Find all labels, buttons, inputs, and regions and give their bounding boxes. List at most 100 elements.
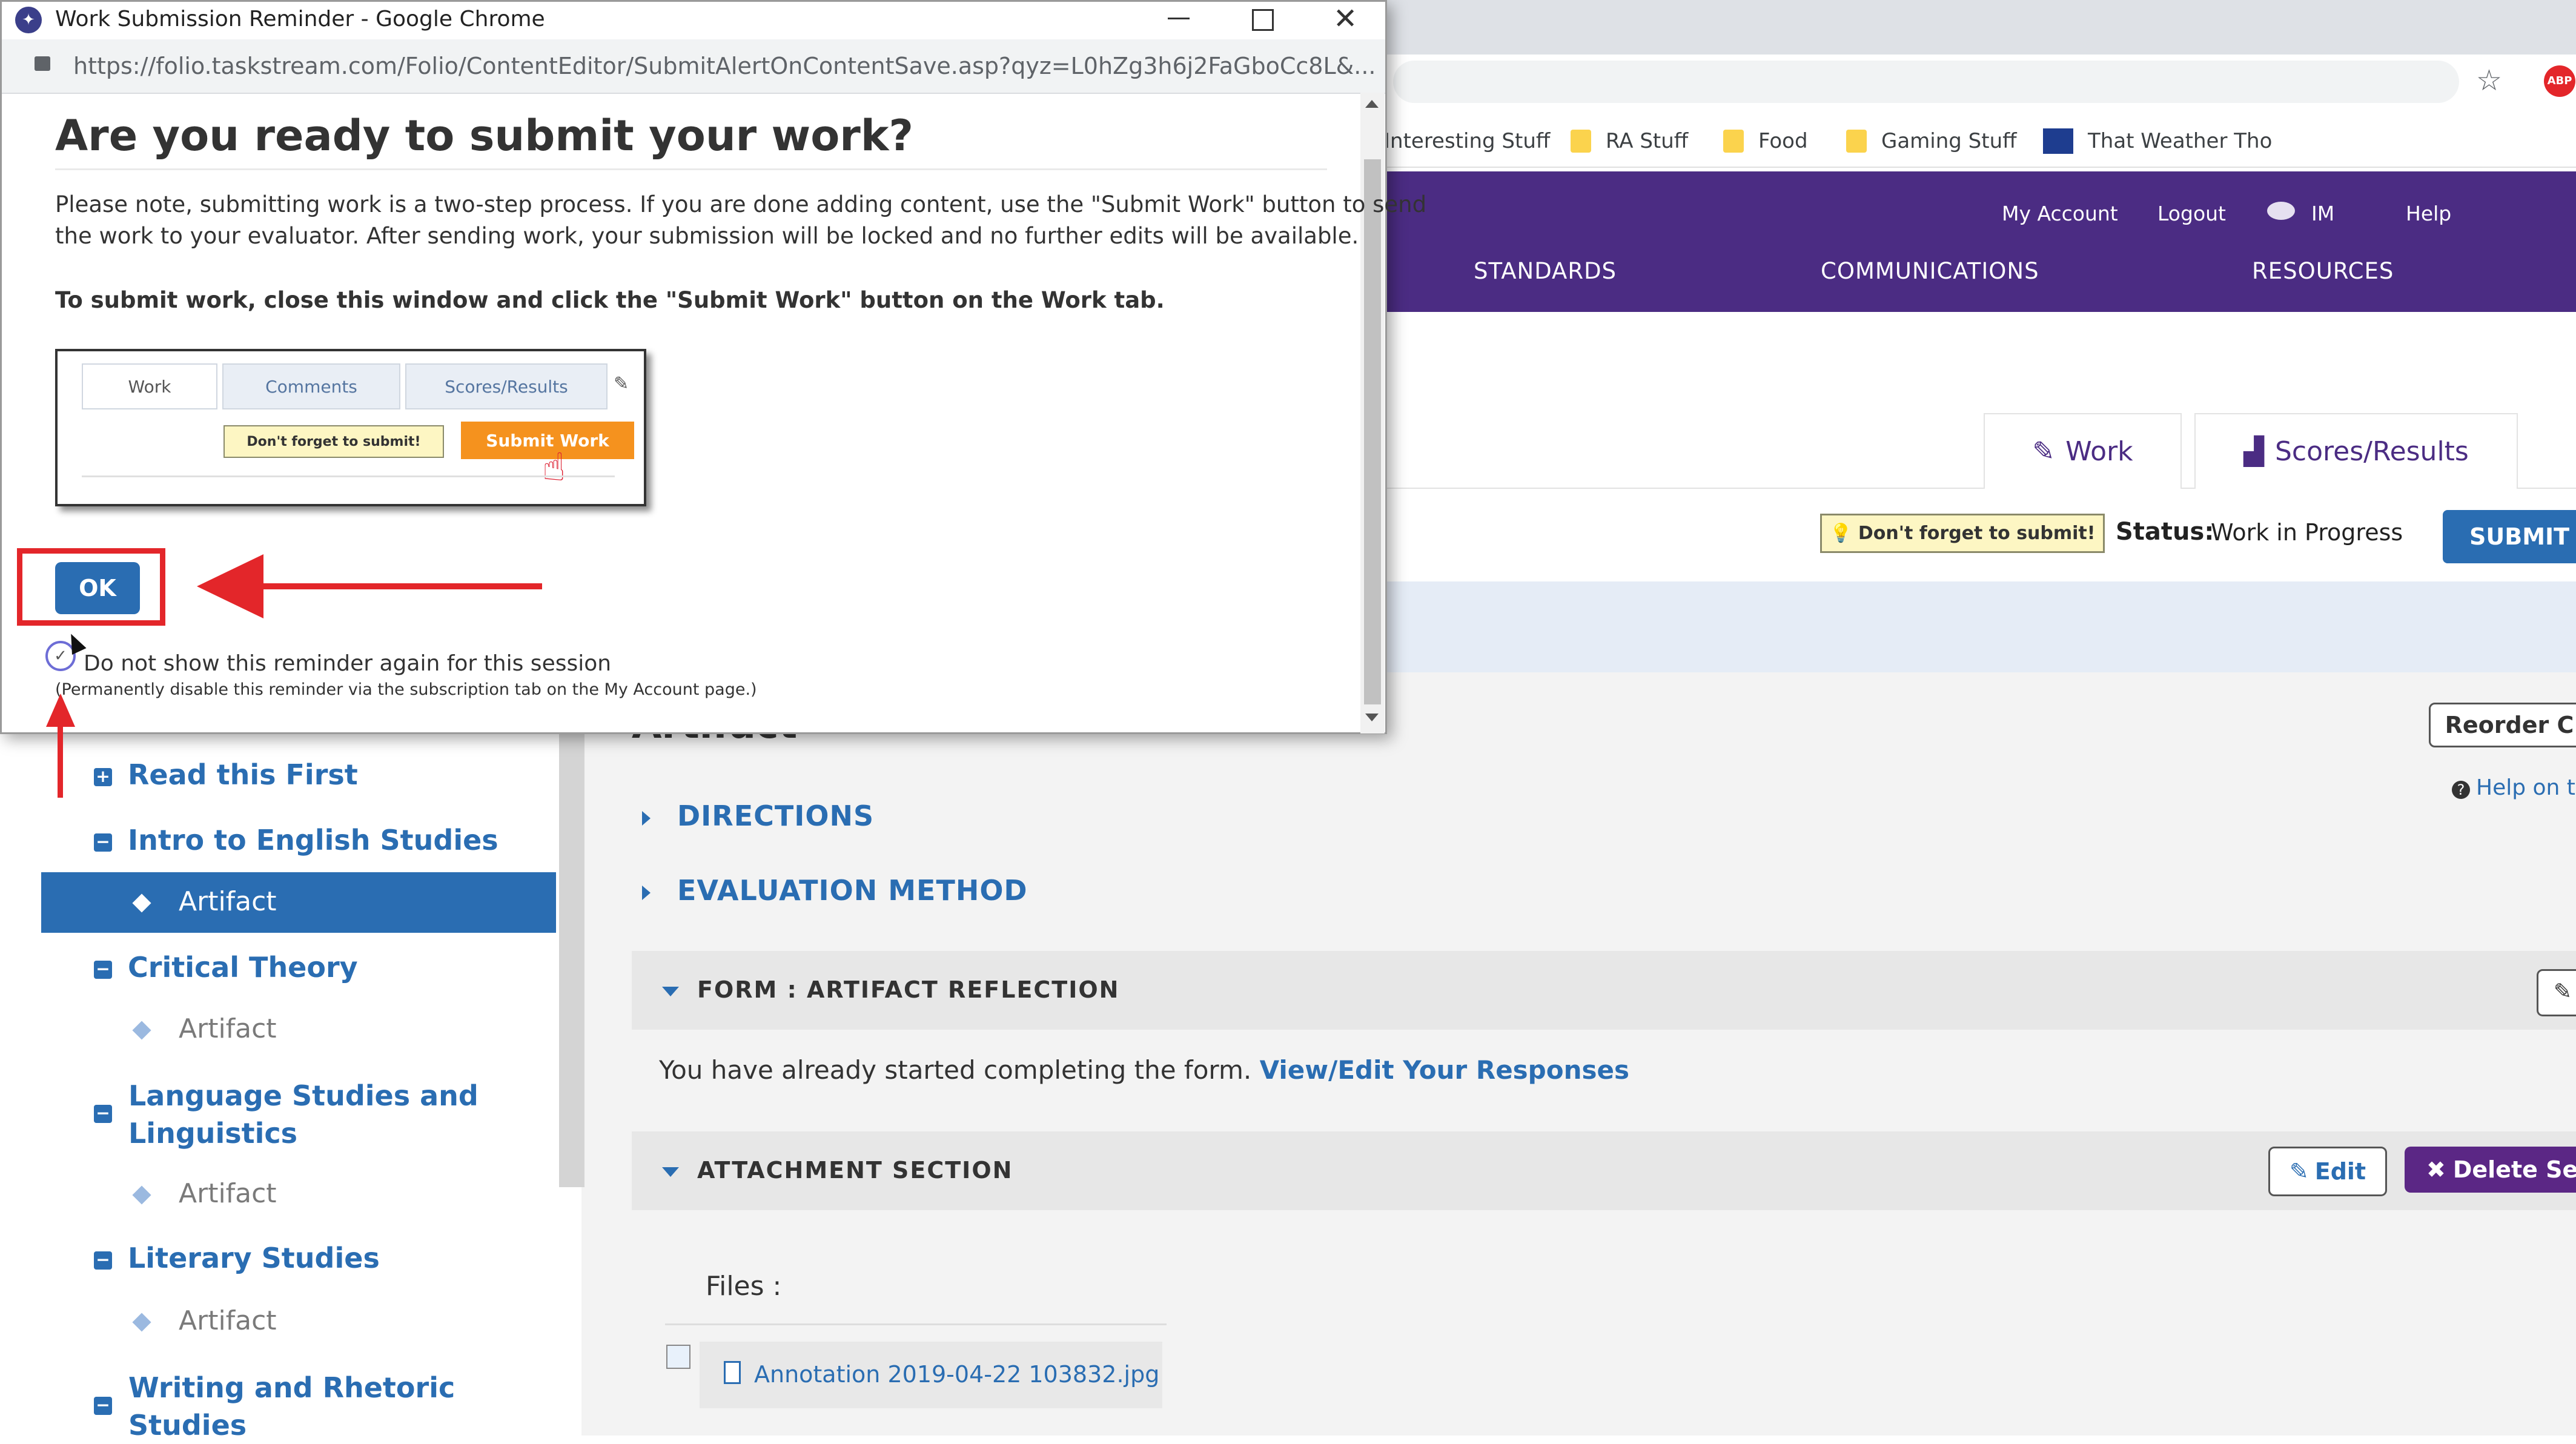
- minus-icon: −: [94, 833, 112, 852]
- tab-label: Scores/Results: [2274, 436, 2469, 467]
- sidebar-item-artifact[interactable]: Artifact: [132, 886, 277, 917]
- attachment-section-title: ATTACHMENT SECTION: [662, 1157, 1013, 1184]
- tab-work[interactable]: ✎ Work: [1984, 413, 2182, 489]
- sidebar-item-read-this-first[interactable]: + Read this First: [94, 758, 358, 791]
- bookmark-food[interactable]: Food: [1723, 126, 1808, 156]
- scroll-up-icon[interactable]: [1365, 100, 1379, 108]
- chart-icon: ▟: [2243, 436, 2264, 467]
- nav-standards[interactable]: STANDARDS: [1474, 258, 1617, 284]
- edit-icon: ✎: [2032, 436, 2055, 467]
- popup-heading: Are you ready to submit your work?: [55, 111, 913, 161]
- directions-toggle[interactable]: DIRECTIONS: [642, 800, 874, 832]
- pencil-icon: [132, 1185, 151, 1205]
- my-account-link[interactable]: My Account: [2002, 202, 2118, 225]
- sidebar-item-language-studies[interactable]: − Language Studies and Linguistics: [94, 1077, 478, 1152]
- sidebar-item-label: Artifact: [179, 1305, 277, 1336]
- submit-label: SUBMIT: [2469, 523, 2570, 550]
- submit-button[interactable]: SUBMIT: [2443, 510, 2576, 563]
- popup-scroll-thumb[interactable]: [1364, 159, 1381, 704]
- nav-resources[interactable]: RESOURCES: [2252, 258, 2394, 284]
- submit-reminder-popup: ✦ Work Submission Reminder - Google Chro…: [0, 0, 1426, 734]
- folder-icon: [1571, 130, 1591, 153]
- question-icon: ?: [2452, 781, 2470, 799]
- sidebar-item-artifact[interactable]: Artifact: [132, 1305, 277, 1336]
- folder-icon: [1846, 130, 1867, 153]
- checkbox-label[interactable]: Do not show this reminder again for this…: [84, 651, 611, 676]
- files-divider: [665, 1323, 1167, 1325]
- file-name-link[interactable]: Annotation 2019-04-22 103832.jpg: [754, 1361, 1159, 1388]
- ok-button[interactable]: OK: [55, 562, 140, 614]
- bookmark-that-weather-tho[interactable]: That Weather Tho: [2043, 126, 2272, 156]
- sidebar-item-intro-english[interactable]: − Intro to English Studies: [94, 824, 498, 856]
- chat-bubble-icon: [2267, 202, 2295, 220]
- caret-down-icon: [662, 986, 679, 996]
- instruction-text: To submit work, close this window and cl…: [55, 287, 1165, 313]
- tab-label: Work: [2065, 436, 2133, 467]
- sidebar-scrollbar[interactable]: [559, 727, 584, 1187]
- bookmark-star-icon[interactable]: ☆: [2476, 66, 2504, 95]
- sidebar-item-writing-rhetoric[interactable]: − Writing and Rhetoric Studies: [94, 1369, 455, 1444]
- info-paragraph-line1: Please note, submitting work is a two-st…: [55, 191, 1427, 217]
- tab-scores-results[interactable]: ▟ Scores/Results: [2194, 413, 2518, 489]
- form-status-text: You have already started completing the …: [659, 1055, 1629, 1085]
- form-title-text: FORM : ARTIFACT REFLECTION: [697, 976, 1120, 1003]
- evaluation-label: EVALUATION METHOD: [677, 874, 1028, 907]
- example-screenshot: Work Comments Scores/Results ✎ Don't for…: [55, 349, 646, 506]
- reorder-button[interactable]: Reorder C: [2429, 703, 2576, 747]
- evaluation-method-toggle[interactable]: EVALUATION METHOD: [642, 874, 1028, 907]
- logout-link[interactable]: Logout: [2157, 202, 2226, 225]
- minus-icon: −: [94, 960, 112, 979]
- sidebar-item-active[interactable]: [41, 872, 556, 933]
- scroll-down-icon[interactable]: [1365, 714, 1379, 721]
- view-edit-responses-link[interactable]: View/Edit Your Responses: [1260, 1055, 1629, 1085]
- caret-right-icon: [642, 885, 651, 900]
- bookmark-interesting-stuff[interactable]: Interesting Stuff: [1384, 126, 1550, 156]
- close-icon[interactable]: ✕: [1333, 2, 1357, 36]
- bookmark-ra-stuff[interactable]: RA Stuff: [1571, 126, 1688, 156]
- edit-pencil-button[interactable]: ✎: [2537, 969, 2576, 1016]
- sidebar-item-label: Literary Studies: [128, 1242, 380, 1274]
- address-bar[interactable]: [1393, 61, 2459, 103]
- arrow-up-icon: [46, 694, 75, 727]
- im-link[interactable]: IM: [2311, 202, 2334, 225]
- directions-label: DIRECTIONS: [677, 800, 875, 832]
- nav-communications[interactable]: COMMUNICATIONS: [1821, 258, 2039, 284]
- lightbulb-icon: 💡: [1829, 523, 1852, 544]
- form-section-header[interactable]: FORM : ARTIFACT REFLECTION ✎: [632, 951, 2576, 1030]
- broken-image-icon: [666, 1345, 690, 1369]
- help-on-link[interactable]: ? Help on t: [2452, 775, 2575, 800]
- sidebar-item-literary-studies[interactable]: − Literary Studies: [94, 1242, 380, 1274]
- maximize-icon[interactable]: [1252, 9, 1274, 31]
- minus-icon: −: [94, 1251, 112, 1270]
- sidebar-item-label: Language Studies and: [128, 1079, 478, 1112]
- bookmark-gaming-stuff[interactable]: Gaming Stuff: [1846, 126, 2017, 156]
- edit-section-button[interactable]: ✎ Edit: [2268, 1147, 2387, 1196]
- popup-window-title: Work Submission Reminder - Google Chrome: [55, 7, 545, 31]
- folder-icon: [1723, 130, 1744, 153]
- sidebar-item-critical-theory[interactable]: − Critical Theory: [94, 951, 358, 984]
- status-label: Status:: [2116, 518, 2214, 546]
- attachment-title-text: ATTACHMENT SECTION: [697, 1157, 1013, 1184]
- popup-titlebar: ✦ Work Submission Reminder - Google Chro…: [2, 2, 1385, 39]
- reminder-text: Don't forget to submit!: [1858, 523, 2096, 544]
- minus-icon: −: [94, 1105, 112, 1123]
- form-section-title: FORM : ARTIFACT REFLECTION: [662, 976, 1119, 1003]
- sidebar-item-label: Read this First: [128, 758, 358, 791]
- reorder-label: Reorder C: [2445, 712, 2574, 738]
- mini-tab-comments: Comments: [222, 363, 400, 409]
- mini-divider: [82, 475, 615, 477]
- lock-icon: [35, 56, 50, 71]
- help-link[interactable]: Help: [2406, 202, 2451, 225]
- info-paragraph-line2: the work to your evaluator. After sendin…: [55, 223, 1359, 249]
- mini-pencil-icon: ✎: [614, 373, 629, 394]
- sidebar-item-artifact[interactable]: Artifact: [132, 1178, 277, 1209]
- caret-right-icon: [642, 810, 651, 826]
- sidebar-item-artifact[interactable]: Artifact: [132, 1013, 277, 1044]
- file-attachment[interactable]: Annotation 2019-04-22 103832.jpg: [700, 1342, 1162, 1408]
- delete-section-button[interactable]: ✖Delete Sec: [2405, 1147, 2576, 1193]
- close-icon: ✖: [2426, 1156, 2446, 1183]
- adblock-icon[interactable]: ABP: [2544, 65, 2575, 97]
- mini-reminder-text: Don't forget to submit!: [247, 434, 421, 449]
- minimize-icon[interactable]: [1168, 18, 1190, 19]
- popup-url-bar[interactable]: https://folio.taskstream.com/Folio/Conte…: [2, 39, 1385, 94]
